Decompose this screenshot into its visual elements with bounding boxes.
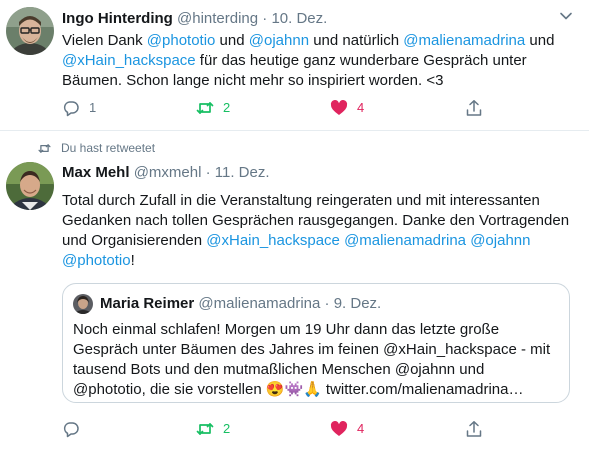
quoted-author-name: Maria Reimer: [100, 295, 195, 312]
smiling-face-heart-eyes-icon: 😍: [265, 381, 285, 398]
reply-button[interactable]: [62, 419, 89, 439]
tweet-date[interactable]: 10. Dez.: [271, 10, 327, 27]
alien-monster-icon: 👾: [284, 381, 304, 398]
reply-icon: [63, 422, 79, 438]
separator: ·: [262, 10, 268, 27]
chevron-down-icon[interactable]: [559, 9, 573, 23]
text-segment: Vielen Dank: [62, 32, 147, 49]
mention-link[interactable]: @malienamadrina: [344, 232, 466, 249]
tweet-header: Ingo Hinterding @hinterding · 10. Dez.: [62, 9, 575, 29]
retweet-icon: [196, 102, 214, 114]
share-button[interactable]: [465, 98, 483, 118]
quoted-header: Maria Reimer @malienamadrina · 9. Dez.: [100, 294, 381, 314]
retweet-button[interactable]: 2: [196, 419, 230, 439]
quoted-avatar[interactable]: [73, 294, 93, 314]
text-segment: und: [525, 32, 555, 49]
mention-link[interactable]: @phototio: [62, 252, 131, 269]
heart-icon: [330, 421, 348, 436]
tweet-text: Total durch Zufall in die Veranstaltung …: [62, 191, 575, 271]
retweet-count: 2: [223, 421, 231, 436]
share-icon: [466, 100, 482, 116]
quoted-author-handle: @malienamadrina: [198, 295, 321, 312]
mention-link[interactable]: @xHain_hackspace: [206, 232, 340, 249]
folded-hands-icon: 🙏: [303, 381, 322, 398]
avatar[interactable]: [6, 7, 54, 55]
tweet-text: Vielen Dank @phototio und @ojahnn und na…: [62, 31, 575, 91]
tweet-date[interactable]: 11. Dez.: [215, 164, 270, 181]
tweet-actions: 1 2 4: [62, 98, 502, 118]
reply-icon: [63, 101, 79, 117]
author-name[interactable]: Max Mehl: [62, 164, 130, 181]
text-segment: und: [215, 32, 249, 49]
text-segment: und natürlich: [309, 32, 404, 49]
separator: ·: [324, 295, 330, 312]
author-handle[interactable]: @hinterding: [177, 10, 258, 27]
retweet-context: Du hast retweetet: [38, 140, 155, 156]
like-button[interactable]: 4: [330, 98, 364, 118]
mention-link[interactable]: @xHain_hackspace: [62, 52, 196, 69]
mention-link[interactable]: @malienamadrina: [403, 32, 525, 49]
mention-link[interactable]: @ojahnn: [470, 232, 530, 249]
quoted-link: twitter.com/malienamadrina…: [325, 381, 524, 398]
reply-button[interactable]: 1: [62, 98, 96, 118]
tweet-content: Max Mehl @mxmehl · 11. Dez. Total durch …: [62, 163, 575, 271]
like-button[interactable]: 4: [330, 419, 364, 439]
quoted-text: Noch einmal schlafen! Morgen um 19 Uhr d…: [73, 320, 559, 400]
retweet-icon: [196, 423, 214, 435]
tweet-max-mehl[interactable]: Du hast retweetet Max Mehl @mxmehl · 11.…: [0, 132, 589, 451]
retweet-count: 2: [223, 100, 231, 115]
mention-link[interactable]: @ojahnn: [249, 32, 309, 49]
heart-icon: [330, 100, 348, 115]
reply-count: 1: [89, 100, 97, 115]
like-count: 4: [357, 421, 365, 436]
quoted-date: 9. Dez.: [333, 295, 382, 312]
mention-link[interactable]: @phototio: [147, 32, 216, 49]
retweet-button[interactable]: 2: [196, 98, 230, 118]
tweet-header: Max Mehl @mxmehl · 11. Dez.: [62, 163, 575, 183]
tweet-actions: 2 4: [62, 419, 502, 439]
author-name[interactable]: Ingo Hinterding: [62, 10, 173, 27]
avatar[interactable]: [6, 162, 54, 210]
share-icon: [466, 421, 482, 437]
retweet-context-label: Du hast retweetet: [61, 141, 156, 155]
tweet-ingo-hinterding[interactable]: Ingo Hinterding @hinterding · 10. Dez. V…: [0, 0, 589, 131]
tweet-content: Ingo Hinterding @hinterding · 10. Dez. V…: [62, 9, 575, 91]
retweet-icon: [38, 143, 51, 153]
text-segment: !: [130, 252, 135, 269]
share-button[interactable]: [465, 419, 483, 439]
quoted-tweet[interactable]: Maria Reimer @malienamadrina · 9. Dez. N…: [62, 283, 570, 403]
separator: ·: [205, 164, 211, 181]
author-handle[interactable]: @mxmehl: [134, 164, 202, 181]
like-count: 4: [357, 100, 365, 115]
